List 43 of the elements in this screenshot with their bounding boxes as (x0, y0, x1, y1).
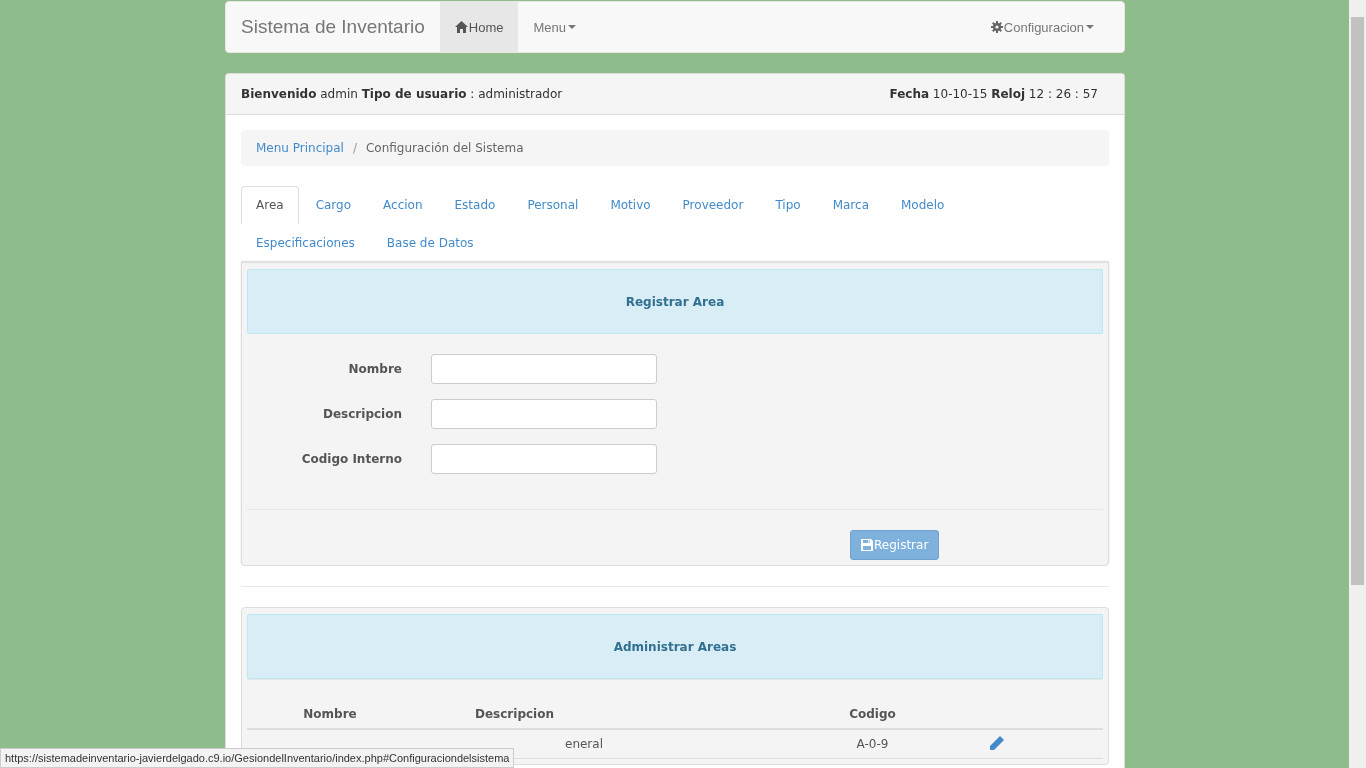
tab[interactable]: Cargo (300, 186, 367, 224)
nav-item[interactable]: Menu (518, 2, 591, 52)
tab[interactable]: Base de Datos (371, 224, 489, 262)
field-label: Descripcion (322, 407, 402, 421)
field-label: Codigo Interno (300, 452, 402, 466)
nav-item[interactable]: Home (439, 2, 519, 52)
floppy-icon (861, 539, 873, 551)
tab[interactable]: Marca (817, 186, 884, 224)
column-header: Nombre (302, 707, 358, 721)
column-header: Descripcion (474, 707, 555, 721)
tab[interactable]: Modelo (886, 186, 960, 224)
tab[interactable]: Estado (439, 186, 511, 224)
section-title: Administrar Areas (613, 639, 737, 654)
input-field[interactable] (431, 399, 657, 429)
scrollbar[interactable] (1349, 0, 1366, 768)
tab[interactable]: Especificaciones (241, 224, 370, 262)
home-icon (454, 21, 468, 33)
breadcrumb-current: Configuración del Sistema (365, 141, 524, 155)
caret-icon (1086, 25, 1094, 29)
breadcrumb-separator: / (352, 141, 357, 155)
section-title: Registrar Area (625, 294, 725, 309)
welcome-text: Bienvenido admin Tipo de usuario : administrador (241, 87, 563, 101)
brand-title[interactable]: Sistema de Inventario (226, 2, 440, 52)
input-field[interactable] (431, 354, 657, 384)
pencil-icon[interactable] (990, 735, 1004, 750)
tab[interactable]: Accion (368, 186, 438, 224)
tab[interactable]: Motivo (595, 186, 666, 224)
tab[interactable]: Proveedor (667, 186, 759, 224)
caret-icon (568, 25, 576, 29)
field-label: Nombre (347, 362, 402, 376)
input-field[interactable] (431, 444, 657, 474)
breadcrumb-link[interactable]: Menu Principal (256, 141, 344, 155)
tab[interactable]: Tipo (760, 186, 816, 224)
date-clock-text: Fecha 10-10-15 Reloj 12 : 26 : 57 (889, 87, 1098, 101)
settings-menu[interactable]: Configuracion (975, 2, 1109, 52)
status-url: https://sistemadeinventario-javierdelgado.c9.io/GesiondelInventario/index.php#Configuraciondelsistema (0, 748, 515, 768)
settings-icon (990, 21, 1003, 33)
register-button[interactable]: Registrar (850, 530, 940, 560)
table-cell-text: eneral (564, 737, 604, 751)
tab[interactable]: Personal (512, 186, 594, 224)
tab[interactable]: Area (241, 186, 299, 224)
table-cell-text: A-0-9 (855, 737, 890, 751)
column-header: Codigo (848, 707, 897, 721)
